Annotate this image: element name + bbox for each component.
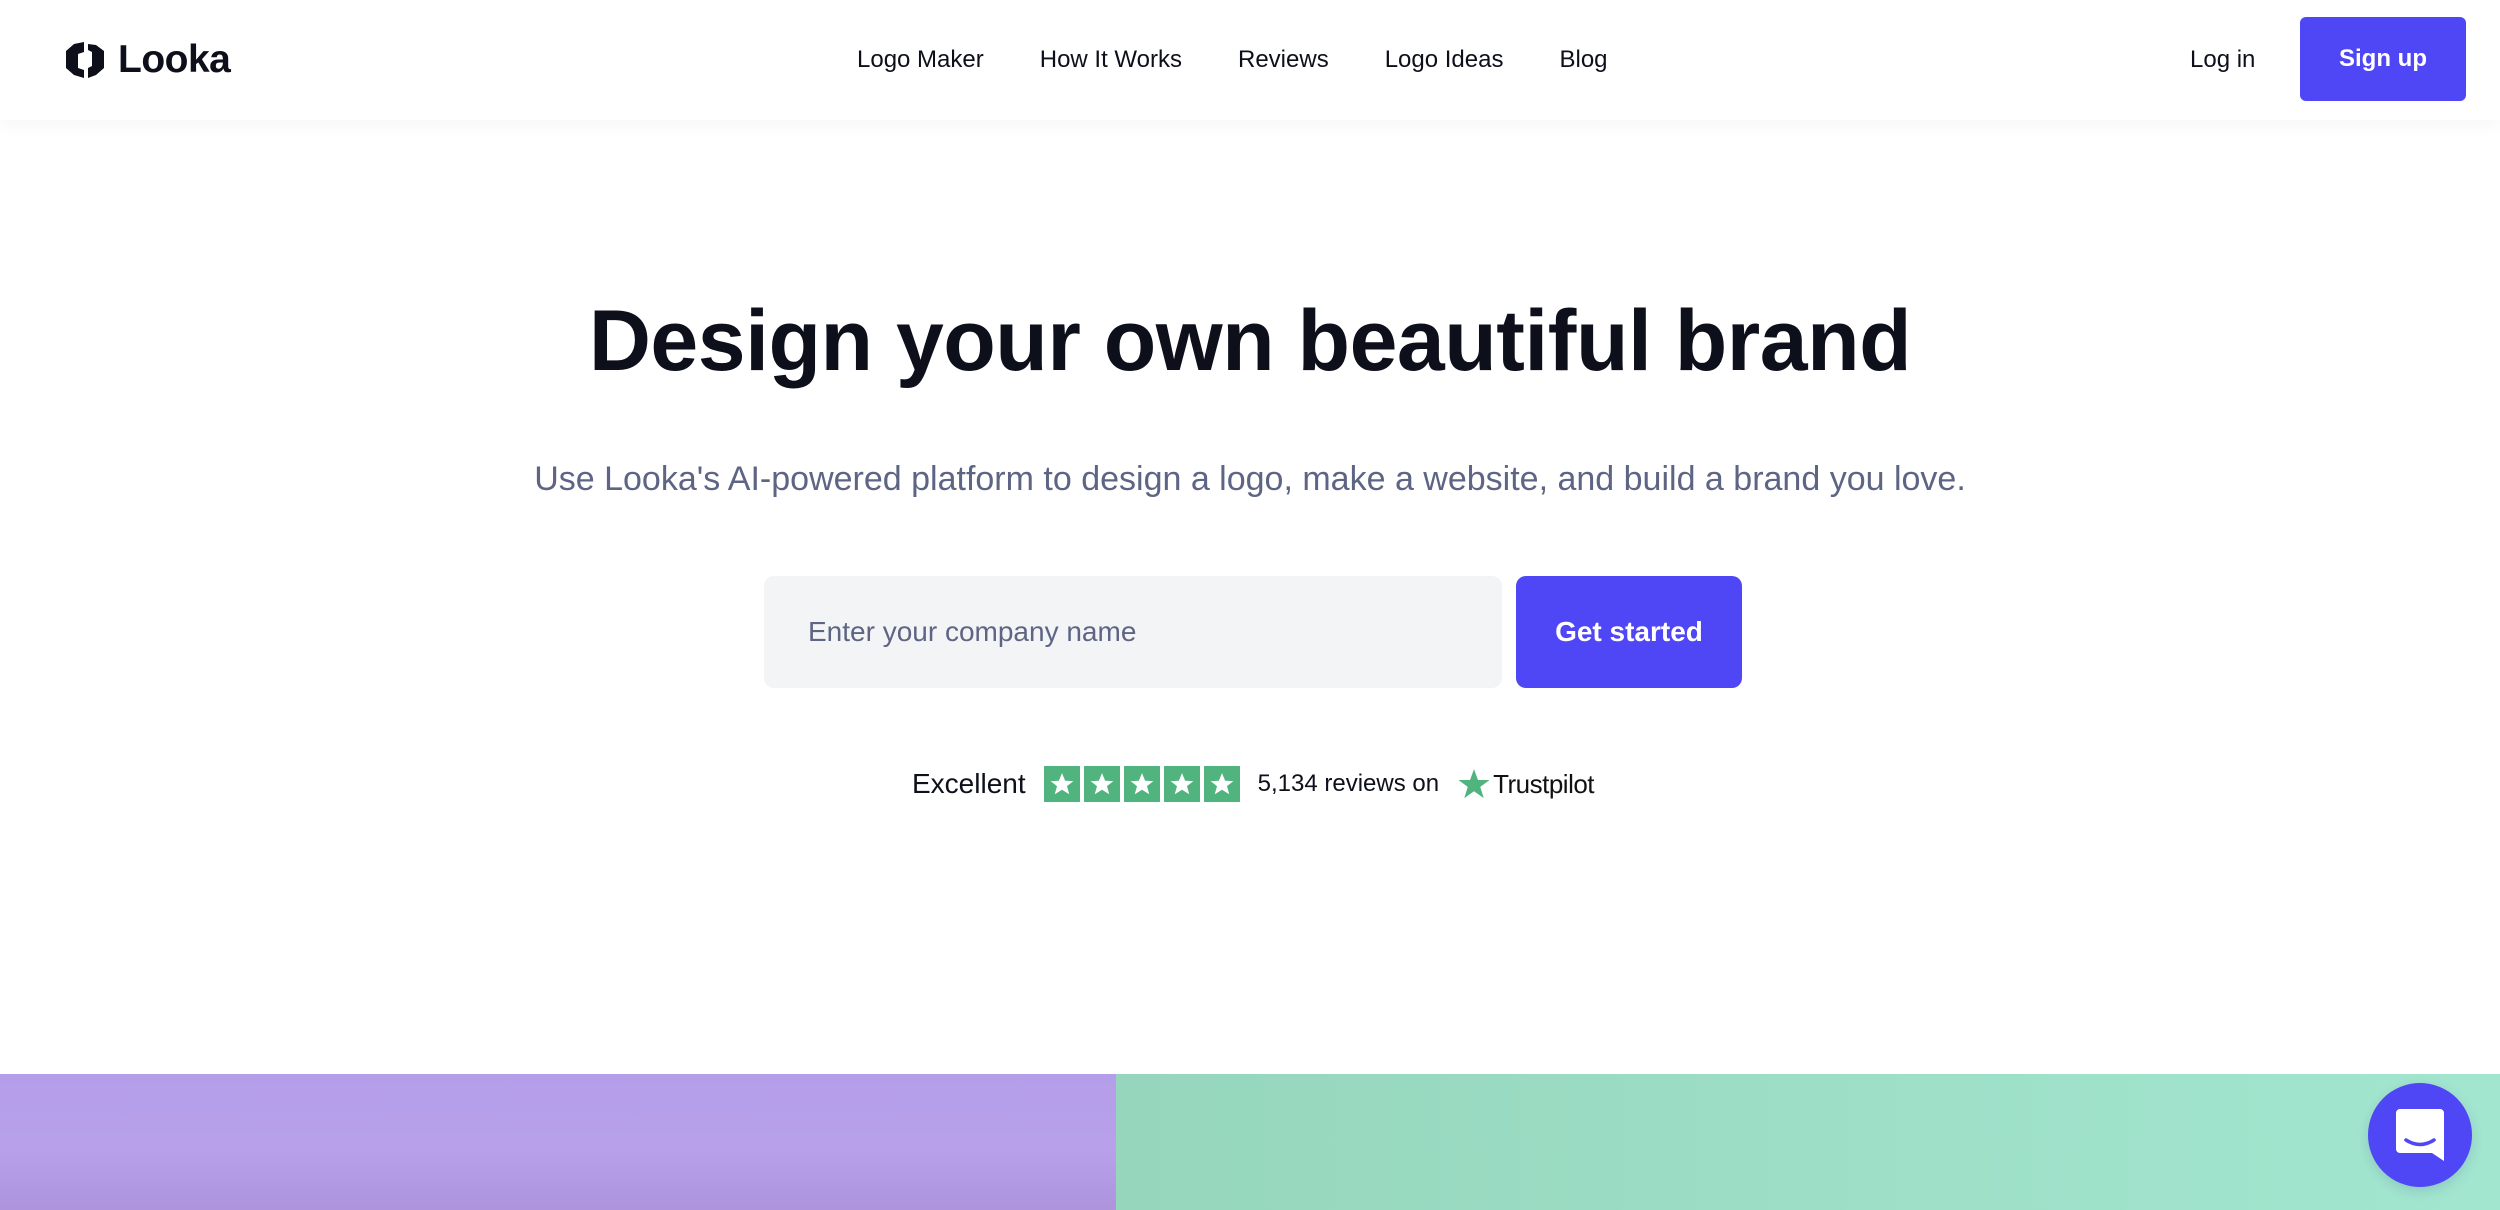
company-name-form: Get started: [764, 576, 1742, 688]
logo-wordmark: Looka: [118, 38, 231, 81]
star-icon: [1203, 766, 1240, 802]
looka-hexagon-logo-icon: [66, 42, 104, 78]
nav-logo-maker[interactable]: Logo Maker: [857, 46, 984, 74]
star-icon: [1043, 766, 1080, 802]
chat-bubble-smile-icon: [2396, 1109, 2444, 1161]
showcase-panel-purple: [0, 1074, 1116, 1210]
star-icon: [1163, 766, 1200, 802]
main-nav: Logo Maker How It Works Reviews Logo Ide…: [857, 38, 1608, 82]
star-icon: [1123, 766, 1160, 802]
login-link[interactable]: Log in: [2190, 40, 2255, 80]
chat-launcher-button[interactable]: [2368, 1083, 2472, 1187]
hero-subtitle: Use Looka's AI-powered platform to desig…: [534, 460, 1966, 498]
trustpilot-wordmark: Trustpilot: [1493, 768, 1595, 799]
trustpilot-star-icon: [1458, 769, 1490, 799]
trustpilot-widget[interactable]: Excellent 5,134 reviews on Trustpilot: [912, 764, 1595, 804]
nav-reviews[interactable]: Reviews: [1238, 46, 1329, 74]
showcase-panel-green: [1116, 1074, 2500, 1210]
signup-button[interactable]: Sign up: [2300, 17, 2466, 101]
star-rating: [1043, 766, 1240, 802]
get-started-button[interactable]: Get started: [1516, 576, 1742, 688]
star-icon: [1083, 766, 1120, 802]
rating-label: Excellent: [912, 768, 1026, 799]
nav-how-it-works[interactable]: How It Works: [1040, 46, 1182, 74]
company-name-input[interactable]: [764, 576, 1502, 688]
review-count: 5,134 reviews on: [1257, 770, 1440, 797]
nav-blog[interactable]: Blog: [1559, 46, 1607, 74]
trustpilot-logo[interactable]: Trustpilot: [1457, 767, 1595, 801]
looka-logo[interactable]: Looka: [66, 38, 231, 81]
hero-title: Design your own beautiful brand: [588, 293, 1912, 389]
nav-logo-ideas[interactable]: Logo Ideas: [1385, 46, 1504, 74]
site-header: Looka Logo Maker How It Works Reviews Lo…: [0, 0, 2500, 120]
